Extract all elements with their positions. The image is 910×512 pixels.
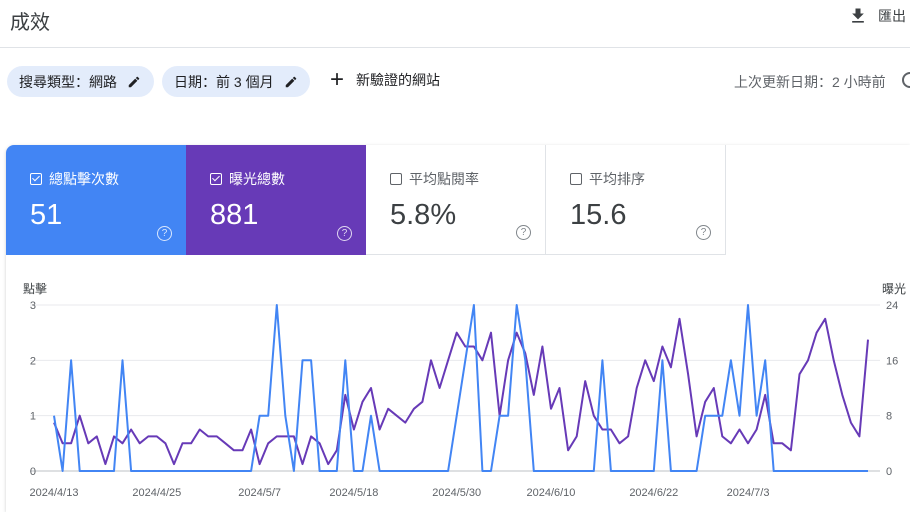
last-updated-text: 上次更新日期：2 小時前: [734, 74, 886, 90]
y-left-tick-label: 0: [30, 466, 36, 478]
edit-icon: [128, 76, 140, 87]
checkbox-icon[interactable]: [570, 173, 582, 185]
help-icon[interactable]: ?: [337, 226, 352, 241]
x-tick-label: 2024/5/7: [238, 487, 281, 499]
checkbox-icon[interactable]: [30, 173, 42, 185]
metric-label: 平均點閱率: [409, 171, 479, 187]
x-tick-label: 2024/4/25: [132, 487, 181, 499]
y-right-tick-label: 0: [886, 466, 892, 478]
edit-icon: [285, 76, 296, 87]
metric-label: 平均排序: [589, 171, 645, 187]
x-tick-label: 2024/5/30: [432, 487, 481, 499]
y-right-tick-label: 8: [886, 411, 892, 423]
help-icon[interactable]: ?: [157, 226, 172, 241]
x-tick-label: 2024/4/13: [30, 487, 79, 499]
metric-average-position[interactable]: 平均排序 15.6 ?: [546, 145, 726, 255]
y-left-tick-label: 1: [30, 411, 36, 423]
x-tick-label: 2024/7/3: [727, 487, 770, 499]
x-tick-label: 2024/5/18: [329, 487, 378, 499]
help-icon[interactable]: [902, 72, 910, 88]
metric-label: 曝光總數: [229, 171, 285, 187]
download-icon: [852, 8, 864, 23]
metric-total-clicks[interactable]: 總點擊次數 51 ?: [6, 145, 186, 255]
search-type-label: 搜尋類型：網路: [19, 73, 117, 90]
y-right-tick-label: 16: [886, 355, 898, 367]
clicks-series-line: [53, 304, 868, 472]
add-filter-button[interactable]: + 新驗證的網站: [330, 66, 441, 93]
metric-label: 總點擊次數: [49, 171, 119, 187]
metric-total-impressions[interactable]: 曝光總數 881 ?: [186, 145, 366, 255]
date-filter-chip[interactable]: 日期：前 3 個月: [162, 66, 310, 97]
add-filter-label: 新驗證的網站: [356, 72, 441, 88]
x-tick-label: 2024/6/10: [526, 487, 575, 499]
x-tick-label: 2024/6/22: [629, 487, 678, 499]
page-title: 成效: [10, 12, 50, 34]
y-right-tick-label: 24: [886, 300, 898, 312]
export-label: 匯出: [878, 8, 906, 24]
plus-icon: +: [330, 66, 345, 93]
date-label: 日期：前 3 個月: [174, 73, 274, 90]
y-left-tick-label: 2: [30, 355, 36, 367]
header-divider: [0, 47, 910, 48]
y-left-tick-label: 3: [30, 300, 36, 312]
export-button[interactable]: 匯出: [848, 6, 906, 26]
checkbox-icon[interactable]: [390, 173, 402, 185]
metric-average-ctr[interactable]: 平均點閱率 5.8% ?: [366, 145, 546, 255]
help-icon[interactable]: ?: [696, 225, 711, 240]
search-type-filter-chip[interactable]: 搜尋類型：網路: [7, 66, 154, 97]
performance-chart: 0 1 2 3 0 8 16 24 2024/4/13 2024/4/25 2024/5/7 2024…: [30, 300, 899, 499]
checkbox-icon[interactable]: [210, 173, 222, 185]
help-icon[interactable]: ?: [516, 225, 531, 240]
